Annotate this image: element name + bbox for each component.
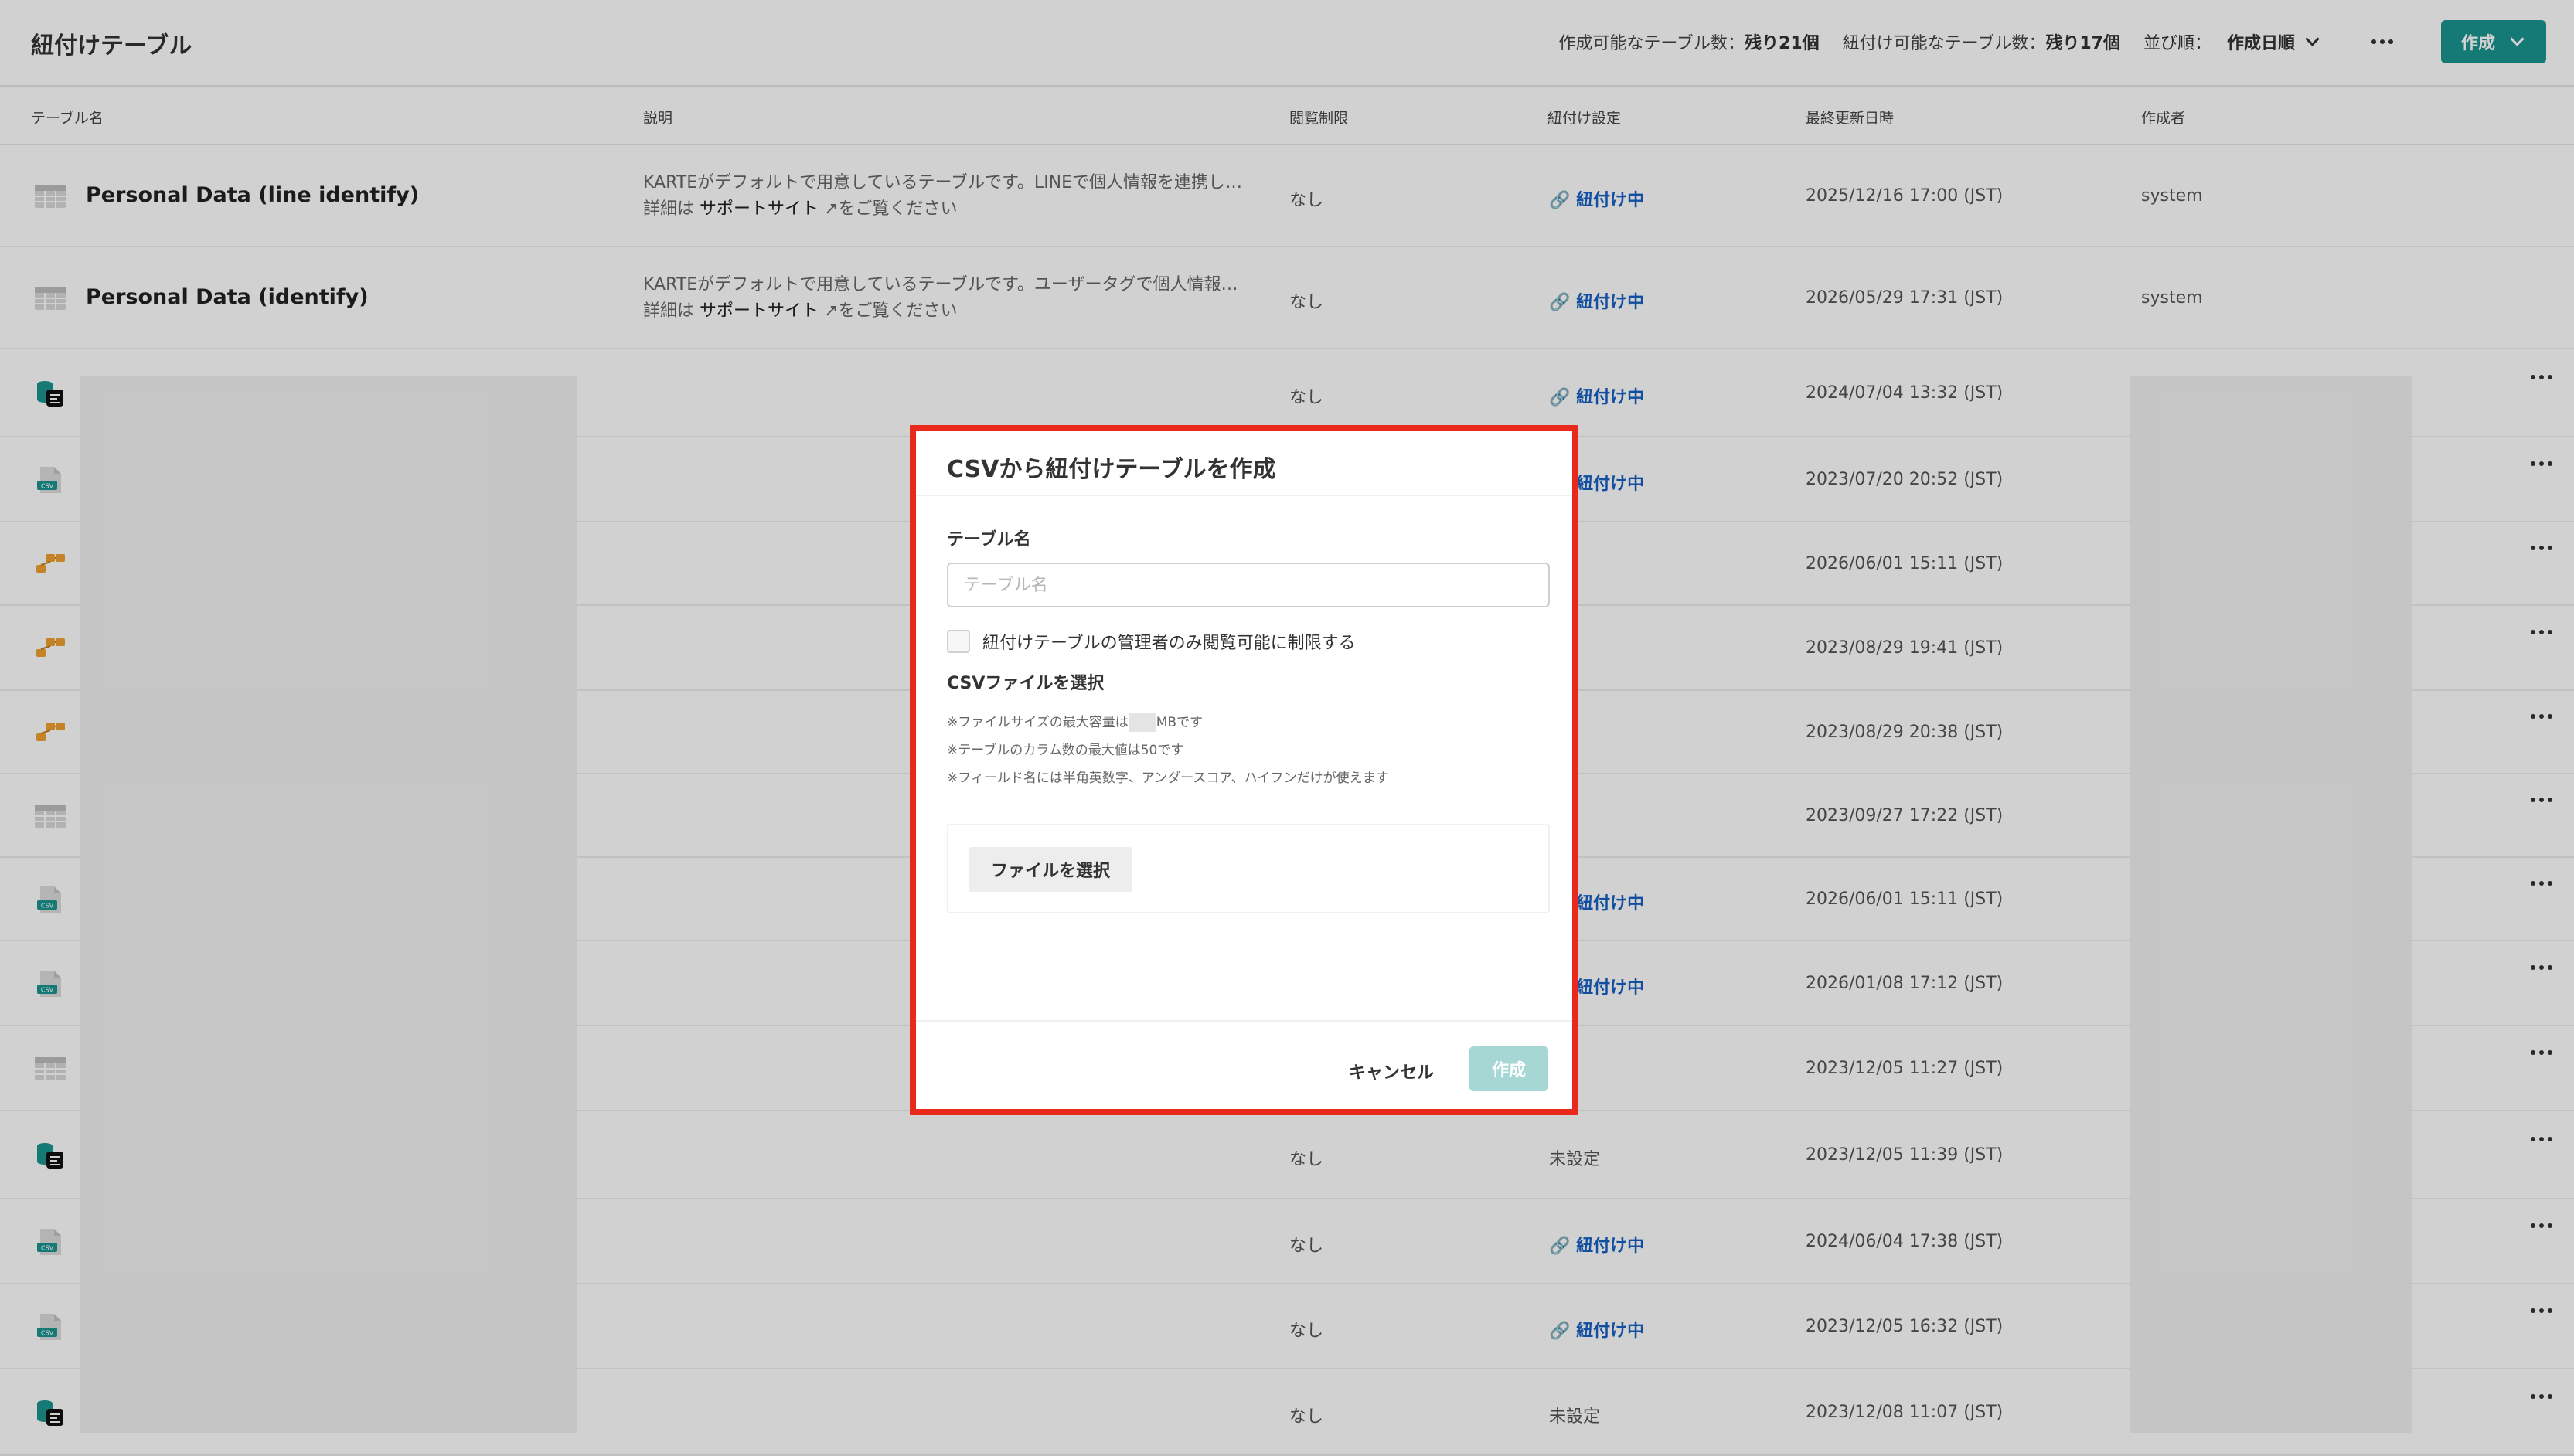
file-section-label: CSVファイルを選択 [947,674,1105,693]
table-name-label: テーブル名 [947,530,1031,549]
submit-create-button[interactable]: 作成 [1469,1046,1548,1091]
choose-file-button[interactable]: ファイルを選択 [969,847,1132,892]
restrict-checkbox[interactable]: 紐付けテーブルの管理者のみ閲覧可能に制限する [947,629,1356,654]
file-drop-area[interactable]: ファイルを選択 [947,824,1550,913]
redacted-value [1128,713,1156,732]
note-file-size: ※ファイルサイズの最大容量は MBです [947,713,1204,732]
cancel-button[interactable]: キャンセル [1349,1059,1434,1083]
divider [916,495,1572,496]
note-field-names: ※フィールド名には半角英数字、アンダースコア、ハイフンだけが使えます [947,771,1389,786]
create-from-csv-dialog: CSVから紐付けテーブルを作成 テーブル名 紐付けテーブルの管理者のみ閲覧可能に… [910,425,1578,1115]
dialog-title: CSVから紐付けテーブルを作成 [947,456,1276,483]
table-name-input[interactable] [947,563,1550,607]
checkbox-icon[interactable] [947,630,970,653]
note-column-count: ※テーブルのカラム数の最大値は50です [947,743,1184,758]
dialog-footer-divider [916,1020,1572,1022]
restrict-checkbox-label: 紐付けテーブルの管理者のみ閲覧可能に制限する [982,634,1356,653]
